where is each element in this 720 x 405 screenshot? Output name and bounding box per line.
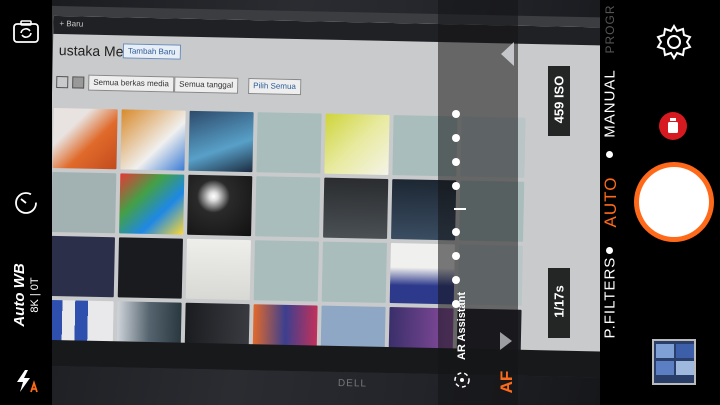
media-tile [120, 109, 186, 171]
mode-pfilters[interactable]: P.FILTERS [602, 257, 619, 339]
shutter-speed-readout: 1/17s [551, 285, 567, 318]
media-tile [187, 174, 253, 237]
list-view-icon [56, 75, 69, 89]
shutter-inner [639, 167, 709, 237]
white-balance-label: Auto WB [11, 263, 28, 327]
ar-assistant-button[interactable]: AR Assistant [446, 290, 478, 390]
date-filter: Semua tanggal [174, 76, 239, 94]
iso-readout: 459 ISO [551, 75, 567, 124]
grid-view-icon [72, 76, 85, 89]
mode-auto[interactable]: AUTO [601, 167, 621, 237]
chevron-up-icon[interactable] [498, 40, 518, 68]
record-icon [668, 118, 678, 133]
media-tile [117, 237, 183, 299]
switch-camera-button[interactable] [0, 12, 52, 52]
bulk-select-button: Pilih Semua [248, 78, 302, 96]
shutter-button[interactable] [634, 162, 714, 242]
media-tile [253, 240, 319, 302]
timer-button[interactable] [0, 186, 52, 220]
timer-icon [15, 192, 37, 214]
mode-separator [606, 151, 613, 158]
last-photo-thumbnail[interactable] [652, 339, 696, 385]
mode-manual[interactable]: MANUAL [602, 64, 619, 144]
mode-program[interactable]: PROGR [603, 0, 617, 61]
settings-button[interactable] [654, 22, 694, 62]
media-tile [52, 107, 118, 170]
media-tile [321, 241, 387, 303]
ar-target-icon [454, 372, 470, 388]
slider-step [452, 134, 460, 142]
left-control-bar: Auto WB 8K | 0T [0, 0, 52, 405]
media-tile [185, 238, 251, 301]
add-new-button: Tambah Baru [122, 43, 181, 60]
admin-new-link: + Baru [59, 19, 84, 29]
white-balance-control[interactable]: Auto WB 8K | 0T [0, 250, 52, 340]
media-tile [323, 177, 389, 239]
media-type-filter: Semua berkas media [88, 74, 174, 93]
slider-step [452, 252, 460, 260]
iso-readout-box[interactable]: 459 ISO [548, 66, 570, 136]
monitor-brand: DELL [337, 377, 368, 390]
gear-icon [656, 24, 692, 60]
flash-button[interactable] [0, 366, 52, 396]
af-label: AF [497, 370, 516, 394]
media-tile [52, 235, 116, 298]
media-tile [324, 113, 390, 175]
mode-separator [606, 247, 613, 254]
flash-auto-icon [17, 370, 38, 393]
ar-assistant-label: AR Assistant [456, 291, 468, 361]
white-balance-values: 8K | 0T [29, 277, 41, 313]
slider-step [452, 276, 460, 284]
chevron-down-icon[interactable] [496, 330, 516, 352]
autofocus-toggle[interactable]: AF [494, 362, 520, 400]
media-tile [188, 110, 254, 173]
media-tile [52, 171, 117, 234]
media-tile [255, 176, 321, 238]
media-tile [256, 112, 322, 174]
rotate-camera-icon [13, 20, 39, 43]
slider-step [452, 228, 460, 236]
mode-selector[interactable]: P.FILTERS AUTO MANUAL PROGR [594, 0, 628, 405]
media-tile [119, 173, 185, 235]
slider-step [452, 182, 460, 190]
slider-step [452, 158, 460, 166]
shutter-readout-box[interactable]: 1/17s [548, 268, 570, 338]
slider-step [452, 110, 460, 118]
slider-indicator [454, 208, 466, 210]
video-record-button[interactable] [659, 112, 687, 140]
